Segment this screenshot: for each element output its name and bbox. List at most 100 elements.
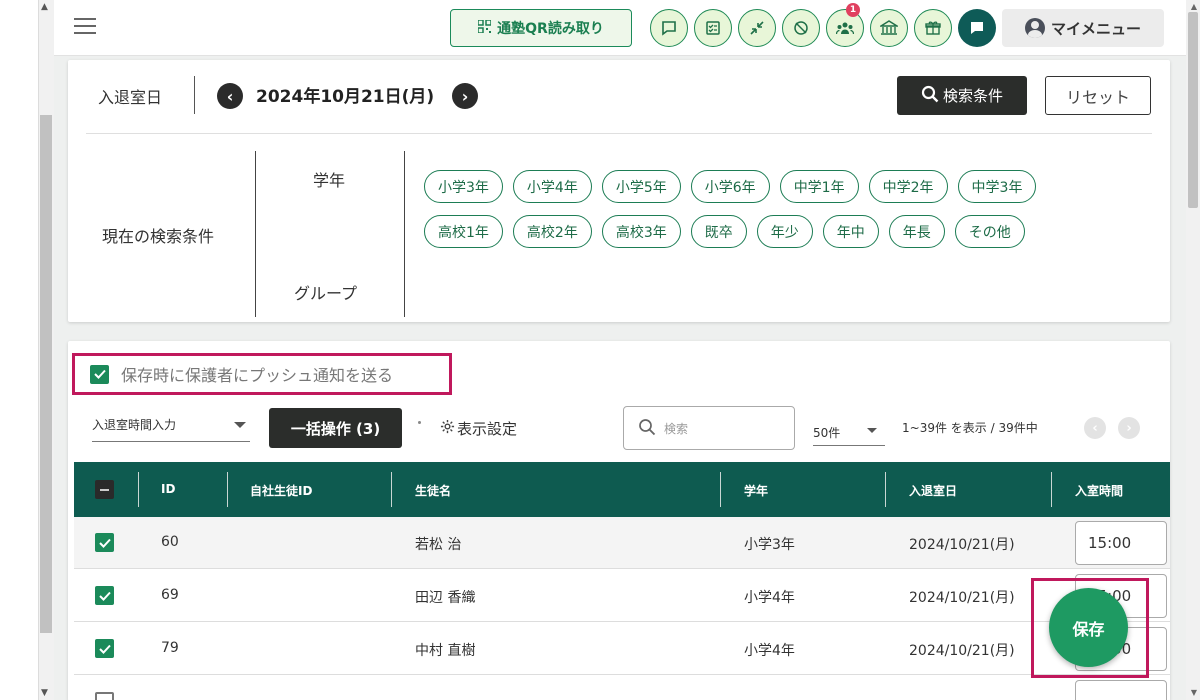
column-header-entry-time[interactable]: 入室時間: [1075, 482, 1123, 499]
column-separator: [885, 472, 886, 507]
left-scroll-down-icon[interactable]: ▼: [41, 688, 48, 698]
reset-button[interactable]: リセット: [1045, 76, 1151, 115]
grade-chip[interactable]: 年長: [888, 215, 945, 248]
checklist-icon[interactable]: [694, 9, 732, 47]
grade-chip[interactable]: 小学5年: [601, 170, 681, 203]
entry-time-input[interactable]: 15:00: [1075, 521, 1167, 565]
cell-grade: 小学4年: [744, 590, 795, 606]
grade-chip[interactable]: 小学4年: [512, 170, 592, 203]
pagination-range: 1~39件 を表示 / 39件中: [902, 421, 1038, 435]
row-checkbox[interactable]: [95, 533, 114, 552]
checkmark-icon: [98, 644, 111, 654]
search-icon: [638, 418, 656, 439]
app-header: 通塾QR読み取り 1 マイメニュー: [54, 0, 1186, 56]
display-settings-label: 表示設定: [457, 420, 518, 438]
search-icon: [921, 85, 939, 107]
gift-icon[interactable]: [914, 9, 952, 47]
display-settings-button[interactable]: 表示設定: [440, 418, 517, 439]
table-header: ID 自社生徒ID 生徒名 学年 入退室日 入室時間: [74, 462, 1170, 517]
group-icon[interactable]: 1: [826, 3, 864, 47]
row-checkbox[interactable]: [95, 639, 114, 658]
table-row[interactable]: [74, 676, 1170, 700]
grade-label: 学年: [313, 171, 346, 190]
search-card: 入退室日 ‹ 2024年10月21日(月) › 検索条件 リセット 現在の検索条…: [68, 60, 1170, 322]
grade-chip[interactable]: 既卒: [690, 215, 747, 248]
previous-page-button[interactable]: ‹: [1084, 417, 1106, 439]
grade-chip[interactable]: 中学1年: [779, 170, 859, 203]
bulk-action-button[interactable]: 一括操作 (3): [269, 408, 402, 448]
chevron-right-icon: ›: [1126, 420, 1132, 436]
push-notification-checkbox[interactable]: [90, 364, 109, 384]
column-separator: [1051, 472, 1052, 507]
qr-scan-button[interactable]: 通塾QR読み取り: [450, 9, 632, 47]
search-conditions-label: 検索条件: [942, 87, 1003, 105]
current-conditions-label: 現在の検索条件: [102, 227, 215, 246]
grade-chip[interactable]: その他: [954, 215, 1025, 248]
collapse-arrows-icon[interactable]: [738, 9, 776, 47]
right-scrollbar-track[interactable]: ▲ ▼: [1186, 0, 1200, 700]
divider: [86, 133, 1152, 134]
grade-chip[interactable]: 小学3年: [424, 170, 503, 203]
column-header-entry-date[interactable]: 入退室日: [909, 482, 957, 499]
column-header-grade[interactable]: 学年: [744, 482, 768, 499]
next-page-button[interactable]: ›: [1118, 417, 1140, 439]
right-scrollbar-thumb[interactable]: [1188, 12, 1198, 208]
message-icon[interactable]: [650, 9, 688, 47]
left-scroll-up-icon[interactable]: ▲: [41, 2, 48, 12]
row-checkbox[interactable]: [95, 586, 114, 605]
my-menu-button[interactable]: マイメニュー: [1002, 9, 1164, 47]
search-conditions-button[interactable]: 検索条件: [897, 76, 1027, 115]
column-header-company-id[interactable]: 自社生徒ID: [250, 482, 312, 499]
entry-time-input[interactable]: [1075, 680, 1167, 700]
previous-date-button[interactable]: ‹: [217, 83, 243, 109]
save-button[interactable]: 保存: [1049, 588, 1128, 667]
select-all-checkbox[interactable]: [95, 480, 114, 499]
row-checkbox[interactable]: [95, 692, 114, 700]
input-mode-select[interactable]: 入退室時間入力: [92, 410, 250, 442]
per-page-select[interactable]: 50件: [813, 416, 885, 446]
caret-down-icon: [867, 428, 877, 433]
cell-id: 60: [161, 534, 179, 550]
left-scrollbar-thumb[interactable]: [40, 115, 52, 633]
qr-code-icon: [477, 19, 492, 36]
school-building-icon[interactable]: [870, 9, 908, 47]
grade-chip[interactable]: 高校1年: [424, 215, 503, 248]
scroll-down-icon[interactable]: ▼: [1191, 688, 1197, 697]
caret-down-icon: [234, 422, 246, 428]
scroll-up-icon[interactable]: ▲: [1191, 2, 1197, 11]
column-header-id[interactable]: ID: [161, 482, 175, 496]
chat-icon[interactable]: [958, 9, 996, 47]
location-off-icon[interactable]: [782, 9, 820, 47]
cell-grade: 小学4年: [744, 643, 795, 659]
page-edge: [0, 0, 40, 700]
my-menu-label: マイメニュー: [1050, 19, 1141, 38]
column-header-student-name[interactable]: 生徒名: [415, 482, 451, 499]
grade-chip[interactable]: 中学2年: [868, 170, 948, 203]
user-avatar-icon: [1024, 18, 1045, 38]
grade-chip[interactable]: 年少: [756, 215, 813, 248]
table-row[interactable]: 60 若松 治 小学3年 2024/10/21(月) 15:00: [74, 517, 1170, 569]
search-input[interactable]: 検索: [623, 406, 795, 450]
grade-chip[interactable]: 高校3年: [601, 215, 681, 248]
notification-badge: 1: [846, 3, 860, 17]
chevron-right-icon: ›: [461, 86, 469, 106]
cell-grade: 小学3年: [744, 537, 795, 553]
input-mode-value: 入退室時間入力: [92, 418, 177, 432]
table-row[interactable]: 69 田辺 香織 小学4年 2024/10/21(月) 15:00: [74, 570, 1170, 622]
student-list-card: 保存時に保護者にプッシュ通知を送る 入退室時間入力 一括操作 (3) 表示設定 …: [68, 341, 1170, 700]
hamburger-menu-icon[interactable]: [74, 18, 96, 36]
cell-id: 79: [161, 640, 179, 656]
group-label: グループ: [294, 284, 358, 303]
grade-chip[interactable]: 小学6年: [690, 170, 770, 203]
grade-chip[interactable]: 中学3年: [957, 170, 1037, 203]
grade-chip[interactable]: 年中: [822, 215, 879, 248]
grade-chip[interactable]: 高校2年: [512, 215, 592, 248]
push-notification-highlight: 保存時に保護者にプッシュ通知を送る: [72, 353, 452, 395]
column-separator: [720, 472, 721, 507]
table-row[interactable]: 79 中村 直樹 小学4年 2024/10/21(月) 15:00: [74, 623, 1170, 675]
cell-student-name: 田辺 香織: [415, 590, 476, 606]
column-separator: [138, 472, 139, 507]
header-icon-group: 1: [650, 3, 996, 47]
next-date-button[interactable]: ›: [452, 83, 478, 109]
column-separator: [227, 472, 228, 507]
